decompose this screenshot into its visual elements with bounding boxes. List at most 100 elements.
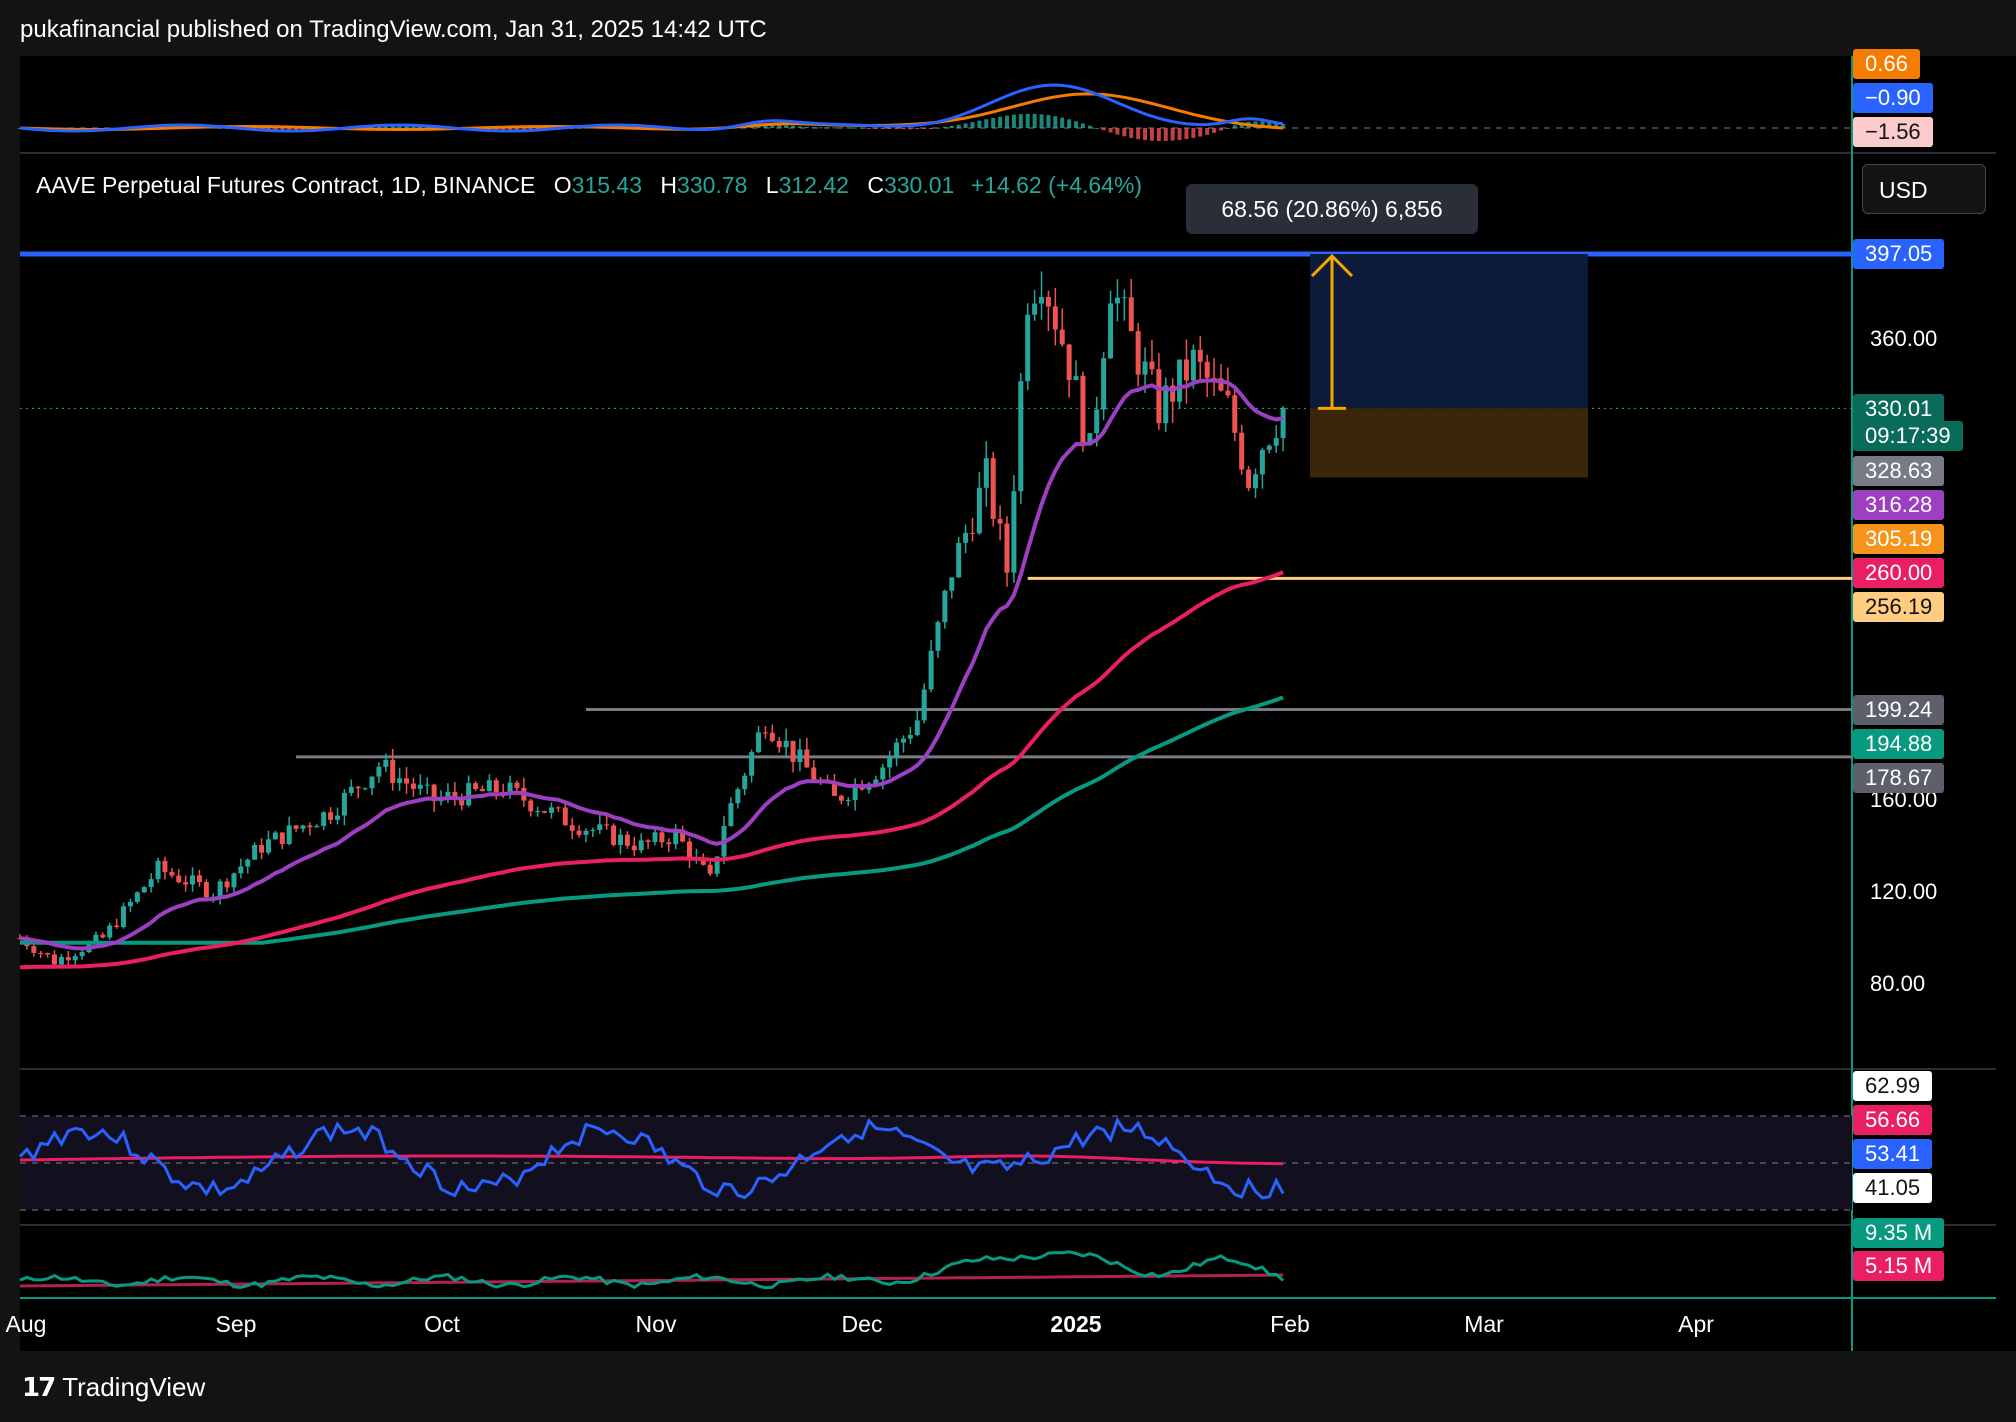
candle-body (479, 788, 485, 792)
candle-body (1080, 375, 1086, 446)
candle-body (196, 875, 202, 883)
candle-body (514, 782, 520, 788)
candle-body (31, 946, 37, 953)
macd-histogram-bar (1149, 128, 1154, 141)
candle-body (231, 873, 237, 888)
candle-body (956, 542, 962, 578)
rsi-scale-label: 41.05 (1853, 1173, 1933, 1203)
price-scale-label: 199.24 (1853, 695, 1945, 725)
open-value: 315.43 (571, 172, 643, 198)
price-tick-label: 80.00 (1870, 971, 1926, 997)
candle-body (1266, 445, 1272, 450)
candle-body (1156, 369, 1162, 424)
chart-canvas[interactable] (0, 0, 2016, 1422)
candle-body (604, 824, 610, 826)
candle-body (417, 784, 423, 789)
currency-button[interactable]: USD (1862, 164, 1986, 214)
macd-signal-line (19, 92, 1284, 131)
candle-body (907, 734, 913, 739)
macd-histogram-bar (1101, 128, 1106, 131)
candle-body (183, 882, 189, 885)
ema-20-line (19, 378, 1284, 951)
candle-body (921, 689, 927, 721)
close-value: 330.01 (883, 172, 955, 198)
macd-histogram-bar (846, 127, 851, 129)
time-axis-label: Feb (1270, 1311, 1310, 1337)
tradingview-logo-text: TradingView (62, 1372, 206, 1402)
candle-body (963, 532, 969, 543)
rsi-scale-label: 62.99 (1853, 1071, 1933, 1101)
candle-body (970, 532, 975, 534)
candle-body (1025, 314, 1031, 382)
macd-histogram-bar (1115, 128, 1120, 135)
candle-body (107, 925, 113, 938)
candle-body (134, 892, 140, 902)
candle-body (328, 812, 334, 820)
macd-histogram-bar (797, 126, 802, 128)
candle-body (1280, 407, 1286, 439)
candle-body (79, 952, 85, 957)
candle-body (486, 780, 492, 792)
macd-histogram-bar (1025, 113, 1030, 128)
macd-histogram-bar (1184, 128, 1189, 140)
tradingview-logo[interactable]: 17 TradingView (22, 1372, 205, 1403)
candle-body (1183, 359, 1189, 381)
candle-body (1142, 361, 1148, 375)
low-label: L (765, 172, 779, 198)
candle-body (217, 881, 223, 897)
candle-body (155, 860, 161, 880)
macd-histogram-bar (818, 127, 823, 129)
macd-histogram-bar (839, 127, 844, 129)
time-axis-label: Sep (215, 1311, 257, 1337)
macd-histogram-bar (873, 128, 878, 129)
candle-body (1197, 349, 1203, 362)
time-axis-label: Apr (1678, 1311, 1714, 1337)
candle-body (659, 832, 665, 843)
candle-body (279, 832, 285, 844)
macd-histogram-bar (784, 125, 789, 128)
macd-histogram-bar (963, 123, 968, 128)
candle-body (535, 811, 541, 813)
candle-body (845, 800, 851, 802)
candle-body (1163, 385, 1169, 424)
time-axis-label: Oct (424, 1311, 460, 1337)
candle-body (652, 832, 658, 842)
candle-body (990, 458, 996, 519)
candle-body (928, 650, 934, 690)
candle-body (617, 834, 623, 845)
candle-body (362, 788, 368, 790)
candle-body (894, 742, 900, 758)
candle-body (1204, 361, 1210, 378)
macd-histogram-bar (811, 127, 816, 129)
candle-body (1114, 297, 1120, 304)
candle-body (783, 740, 789, 748)
candle-body (1232, 395, 1238, 433)
macd-histogram-bar (894, 128, 899, 130)
candle-body (410, 783, 416, 789)
candle-body (880, 767, 886, 780)
candle-body (383, 759, 389, 767)
candle-body (38, 952, 44, 954)
candle-body (983, 458, 989, 488)
candle-body (65, 957, 71, 961)
candle-body (224, 881, 230, 888)
candle-body (176, 875, 182, 883)
rsi-scale-label: 53.41 (1853, 1139, 1933, 1169)
candle-body (473, 783, 479, 789)
candle-body (259, 845, 265, 853)
candle-body (355, 786, 361, 789)
candle-body (252, 845, 258, 860)
candle-body (804, 749, 810, 768)
volume-line (19, 1250, 1285, 1290)
time-axis-label: Nov (635, 1311, 677, 1337)
candle-body (203, 882, 209, 898)
macd-histogram-bar (853, 127, 858, 129)
candle-body (1128, 297, 1134, 332)
macd-histogram-bar (866, 128, 871, 129)
candle-body (914, 720, 920, 735)
macd-histogram-bar (942, 126, 947, 128)
candle-body (1101, 358, 1107, 410)
price-tick-label: 360.00 (1870, 326, 1938, 352)
macd-histogram-bar (1198, 128, 1203, 137)
candle-body (121, 906, 127, 928)
